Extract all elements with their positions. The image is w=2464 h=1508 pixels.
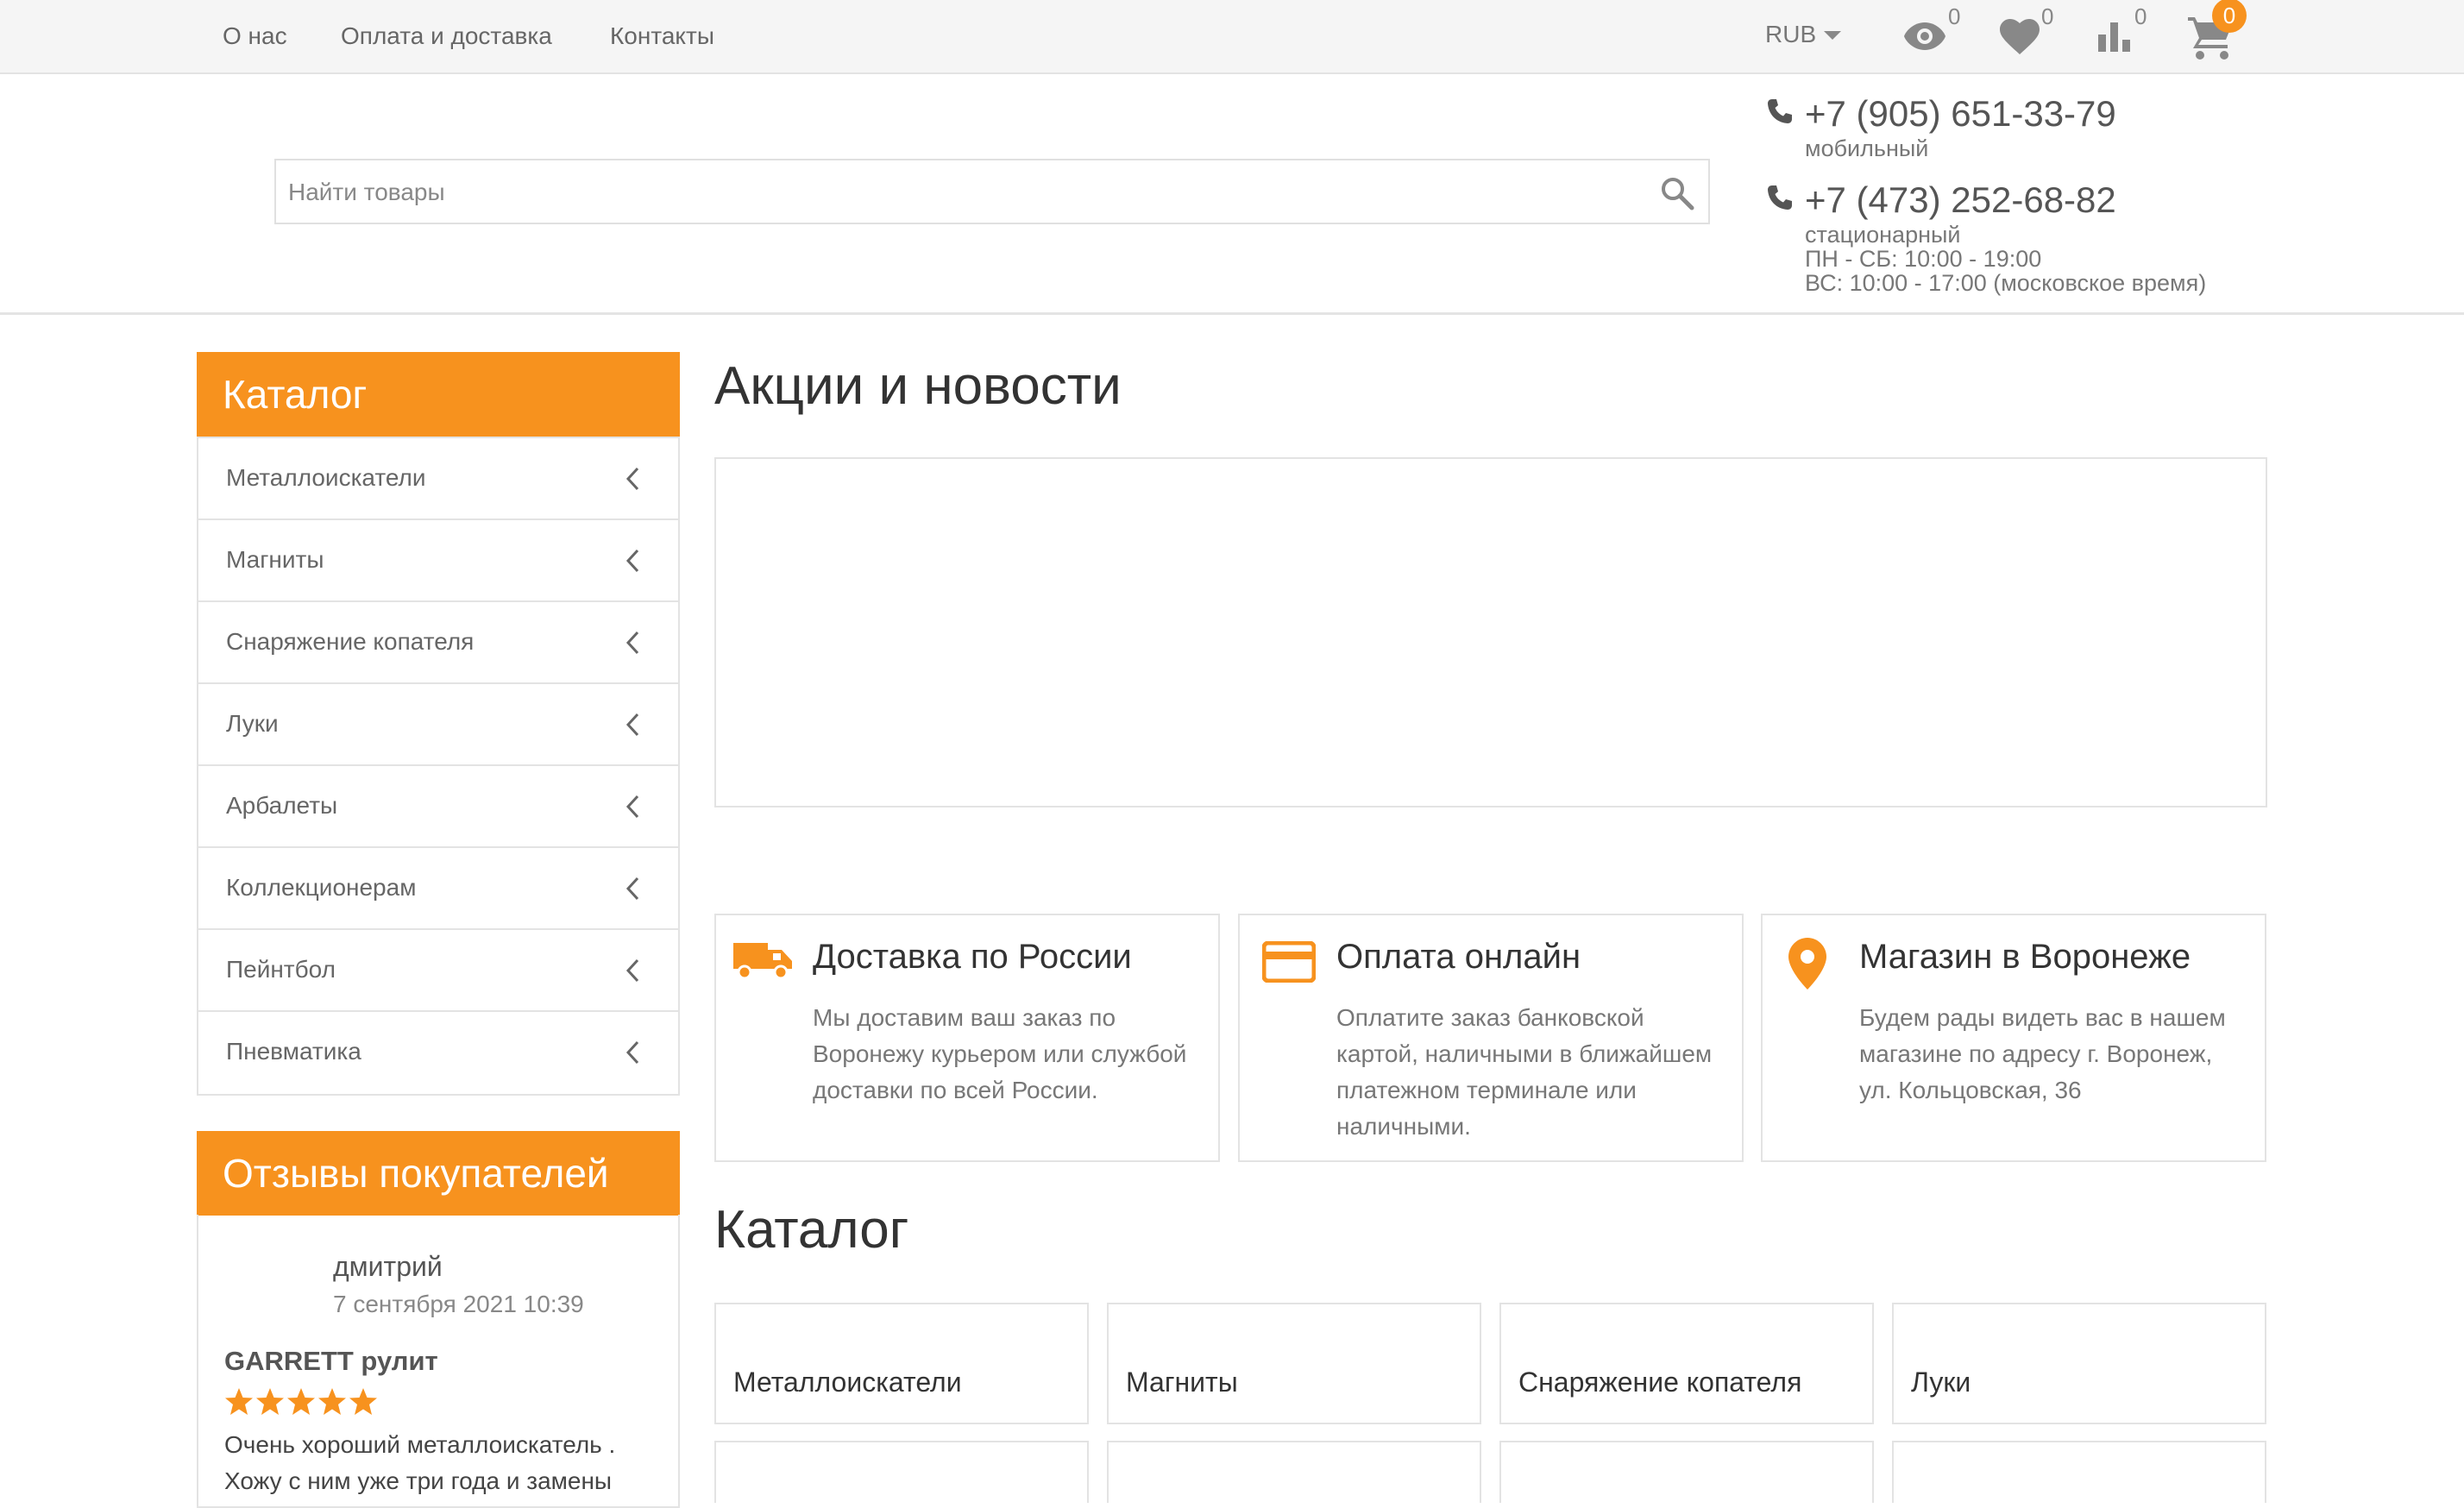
catalog-heading: Каталог [714, 1200, 909, 1260]
top-bar: О нас Оплата и доставка Контакты RUB 0 0… [0, 0, 2464, 74]
review-text: Очень хороший металлоискатель . Хожу с н… [224, 1431, 616, 1494]
feature-store-voronezh: Магазин в Воронеже Будем рады видеть вас… [1761, 914, 2266, 1162]
catalog-tile-bows[interactable]: Луки [1892, 1303, 2266, 1424]
phone-mobile[interactable]: +7 (905) 651-33-79 [1805, 93, 2116, 135]
sidebar-item-digger-gear[interactable]: Снаряжение копателя [198, 602, 678, 684]
caret-down-icon[interactable] [1824, 31, 1841, 40]
feature-title: Оплата онлайн [1336, 938, 1581, 976]
sidebar-item-paintball[interactable]: Пейнтбол [198, 930, 678, 1012]
sidebar-item-label: Арбалеты [226, 792, 338, 819]
heart-icon[interactable] [2000, 19, 2040, 60]
catalog-tile-magnets[interactable]: Магниты [1107, 1303, 1481, 1424]
sidebar-item-label: Металлоискатели [226, 464, 426, 491]
working-hours-sunday: ВС: 10:00 - 17:00 (московское время) [1805, 270, 2207, 296]
chevron-left-icon[interactable] [625, 794, 642, 824]
favorites-count: 0 [2041, 3, 2054, 29]
chevron-left-icon[interactable] [625, 712, 642, 742]
review-author: дмитрий [333, 1251, 443, 1282]
star-icon [349, 1388, 377, 1415]
nav-link-contacts[interactable]: Контакты [610, 22, 714, 50]
chevron-left-icon[interactable] [625, 466, 642, 496]
sidebar-category-list: Металлоискатели Магниты Снаряжение копат… [197, 437, 680, 1096]
review-date: 7 сентября 2021 10:39 [333, 1291, 584, 1317]
sidebar-item-metal-detectors[interactable]: Металлоискатели [198, 438, 678, 520]
catalog-tile-label: Снаряжение копателя [1518, 1367, 1802, 1398]
star-icon [318, 1388, 346, 1415]
search-box [274, 159, 1710, 224]
search-icon[interactable] [1660, 176, 1694, 215]
chevron-left-icon[interactable] [625, 630, 642, 660]
sidebar-item-label: Пневматика [226, 1038, 361, 1065]
catalog-tile-digger-gear[interactable]: Снаряжение копателя [1499, 1303, 1874, 1424]
phone-mobile-label: мобильный [1805, 135, 1929, 161]
map-pin-icon [1788, 938, 1826, 994]
catalog-tile[interactable] [1107, 1441, 1481, 1503]
currency-selector[interactable]: RUB [1765, 21, 1816, 48]
chevron-left-icon[interactable] [625, 958, 642, 988]
sidebar-catalog-title: Каталог [197, 352, 680, 437]
feature-title: Магазин в Воронеже [1859, 938, 2191, 976]
phone-icon [1767, 185, 1793, 215]
star-icon [225, 1388, 253, 1415]
sidebar-item-label: Коллекционерам [226, 874, 417, 901]
rating-stars [224, 1387, 380, 1421]
chevron-left-icon[interactable] [625, 548, 642, 578]
promo-slider[interactable] [714, 457, 2267, 807]
catalog-tile-metal-detectors[interactable]: Металлоискатели [714, 1303, 1089, 1424]
viewed-count: 0 [1948, 3, 1961, 29]
feature-delivery: Доставка по России Мы доставим ваш заказ… [714, 914, 1220, 1162]
sidebar-item-label: Снаряжение копателя [226, 628, 475, 655]
sidebar-item-label: Луки [226, 710, 279, 737]
feature-text: Мы доставим ваш заказ по Воронежу курьер… [813, 1004, 1187, 1103]
cart-count-badge: 0 [2212, 0, 2247, 33]
star-icon [287, 1388, 315, 1415]
credit-card-icon [1261, 940, 1317, 987]
feature-text: Будем рады видеть вас в нашем магазине п… [1859, 1004, 2226, 1103]
compare-chart-icon[interactable] [2098, 19, 2131, 56]
eye-icon[interactable] [1903, 21, 1946, 56]
feature-online-payment: Оплата онлайн Оплатите заказ банковской … [1238, 914, 1744, 1162]
working-hours-weekdays: ПН - СБ: 10:00 - 19:00 [1805, 246, 2042, 272]
star-icon [256, 1388, 284, 1415]
phone-landline[interactable]: +7 (473) 252-68-82 [1805, 179, 2116, 221]
phone-icon [1767, 98, 1793, 129]
catalog-tile[interactable] [1892, 1441, 2266, 1503]
review-title[interactable]: GARRETT рулит [224, 1346, 438, 1377]
sidebar-item-bows[interactable]: Луки [198, 684, 678, 766]
sidebar-item-crossbows[interactable]: Арбалеты [198, 766, 678, 848]
chevron-left-icon[interactable] [625, 1040, 642, 1070]
promo-heading: Акции и новости [714, 356, 1122, 416]
catalog-tile-label: Луки [1911, 1367, 1971, 1398]
sidebar-item-label: Пейнтбол [226, 956, 336, 983]
catalog-tile[interactable] [714, 1441, 1089, 1503]
catalog-tile-label: Металлоискатели [733, 1367, 962, 1398]
reviews-title: Отзывы покупателей [197, 1131, 680, 1216]
feature-text: Оплатите заказ банковской картой, наличн… [1336, 1004, 1713, 1140]
feature-title: Доставка по России [813, 938, 1132, 976]
catalog-tile[interactable] [1499, 1441, 1874, 1503]
sidebar-item-label: Магниты [226, 546, 324, 573]
nav-link-payment-delivery[interactable]: Оплата и доставка [341, 22, 552, 50]
sidebar-item-magnets[interactable]: Магниты [198, 520, 678, 602]
sidebar-item-collectors[interactable]: Коллекционерам [198, 848, 678, 930]
review-card: дмитрий 7 сентября 2021 10:39 GARRETT ру… [197, 1215, 680, 1508]
phone-landline-label: стационарный [1805, 222, 1961, 248]
truck-icon [733, 938, 794, 985]
sidebar-item-air-guns[interactable]: Пневматика [198, 1012, 678, 1094]
search-input[interactable] [286, 160, 1619, 224]
catalog-tile-label: Магниты [1126, 1367, 1238, 1398]
compare-count: 0 [2134, 3, 2147, 29]
chevron-left-icon[interactable] [625, 876, 642, 906]
nav-link-about[interactable]: О нас [223, 22, 287, 50]
